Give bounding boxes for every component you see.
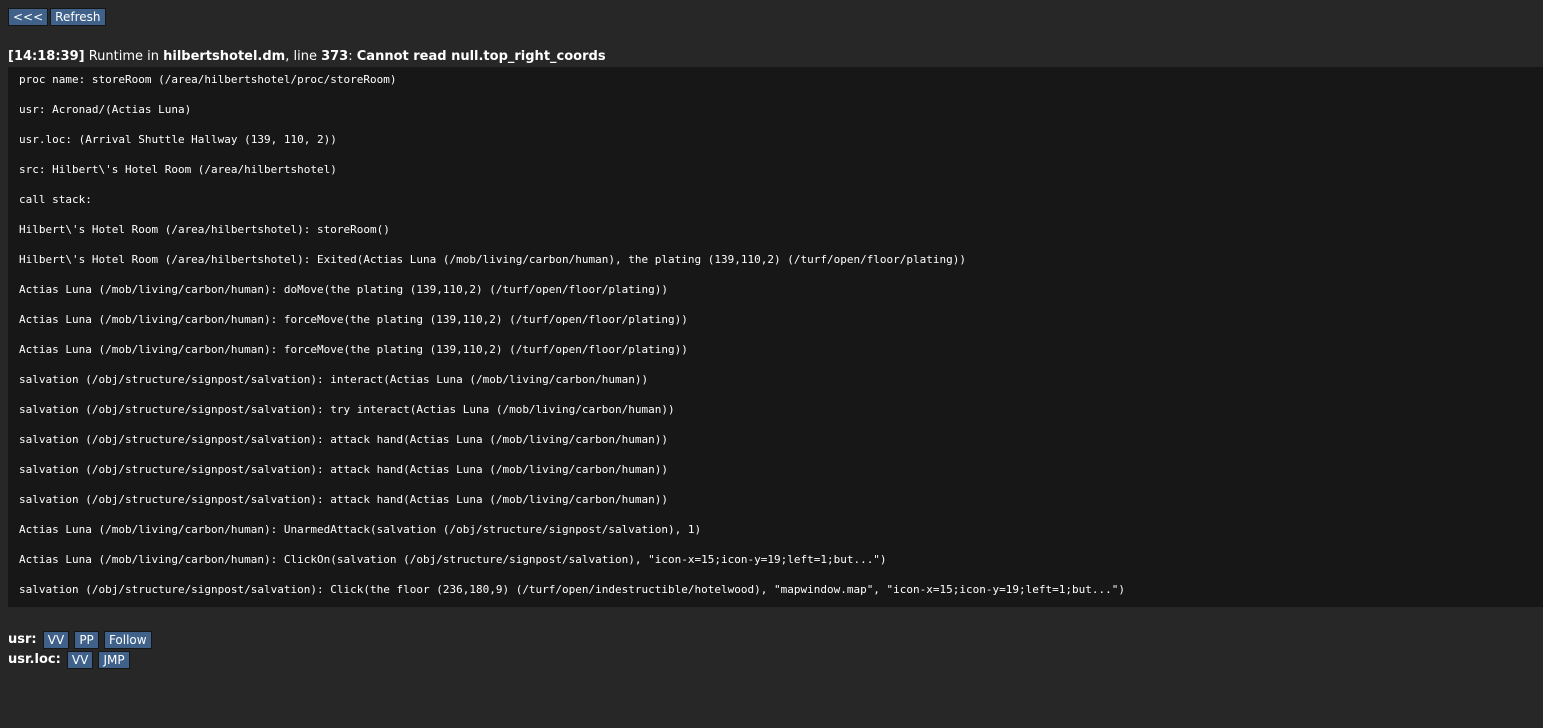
- error-separator: :: [348, 49, 357, 64]
- refresh-button[interactable]: Refresh: [50, 8, 106, 26]
- back-button[interactable]: <<<: [8, 8, 49, 26]
- log-line: usr.loc: (Arrival Shuttle Hallway (139, …: [19, 133, 337, 146]
- log-line: Hilbert\'s Hotel Room (/area/hilbertshot…: [19, 223, 390, 236]
- usr-loc-ref-row: usr.loc: VV JMP: [8, 650, 153, 670]
- log-line: salvation (/obj/structure/signpost/salva…: [19, 373, 649, 386]
- log-line: Actias Luna (/mob/living/carbon/human): …: [19, 343, 688, 356]
- log-line: Hilbert\'s Hotel Room (/area/hilbertshot…: [19, 253, 967, 266]
- log-line: proc name: storeRoom (/area/hilbertshote…: [19, 73, 397, 86]
- error-message: Cannot read null.top_right_coords: [356, 49, 606, 64]
- runtime-prefix: Runtime in: [84, 49, 164, 64]
- error-view-window: <<< Refresh [14:18:39] Runtime in hilber…: [0, 0, 1543, 728]
- usr-ref-row: usr: VV PP Follow: [8, 630, 153, 650]
- log-line: Actias Luna (/mob/living/carbon/human): …: [19, 523, 702, 536]
- log-line: Actias Luna (/mob/living/carbon/human): …: [19, 553, 887, 566]
- log-line: salvation (/obj/structure/signpost/salva…: [19, 403, 675, 416]
- line-prefix: , line: [285, 49, 322, 64]
- usr-vv-button[interactable]: VV: [42, 630, 70, 649]
- log-line: salvation (/obj/structure/signpost/salva…: [19, 463, 669, 476]
- log-line: Actias Luna (/mob/living/carbon/human): …: [19, 313, 688, 326]
- log-line: salvation (/obj/structure/signpost/salva…: [19, 493, 669, 506]
- usr-follow-button[interactable]: Follow: [103, 630, 152, 649]
- error-line: 373: [321, 49, 349, 64]
- usr-pp-button[interactable]: PP: [74, 630, 99, 649]
- log-line: src: Hilbert\'s Hotel Room (/area/hilber…: [19, 163, 337, 176]
- usr-loc-label: usr.loc:: [8, 652, 61, 667]
- error-header: [14:18:39] Runtime in hilbertshotel.dm, …: [8, 48, 606, 65]
- call-stack-log: proc name: storeRoom (/area/hilbertshote…: [8, 67, 1543, 607]
- usr-loc-jmp-button[interactable]: JMP: [98, 650, 130, 669]
- usr-loc-vv-button[interactable]: VV: [66, 650, 94, 669]
- reference-links: usr: VV PP Follow usr.loc: VV JMP: [8, 630, 153, 670]
- usr-label: usr:: [8, 632, 37, 647]
- log-line: call stack:: [19, 193, 92, 206]
- toolbar: <<< Refresh: [8, 8, 106, 26]
- log-line: usr: Acronad/(Actias Luna): [19, 103, 192, 116]
- log-line: Actias Luna (/mob/living/carbon/human): …: [19, 283, 669, 296]
- log-line: salvation (/obj/structure/signpost/salva…: [19, 433, 669, 446]
- error-file: hilbertshotel.dm: [163, 49, 286, 64]
- log-line: salvation (/obj/structure/signpost/salva…: [19, 583, 1125, 596]
- error-timestamp: [14:18:39]: [8, 49, 85, 64]
